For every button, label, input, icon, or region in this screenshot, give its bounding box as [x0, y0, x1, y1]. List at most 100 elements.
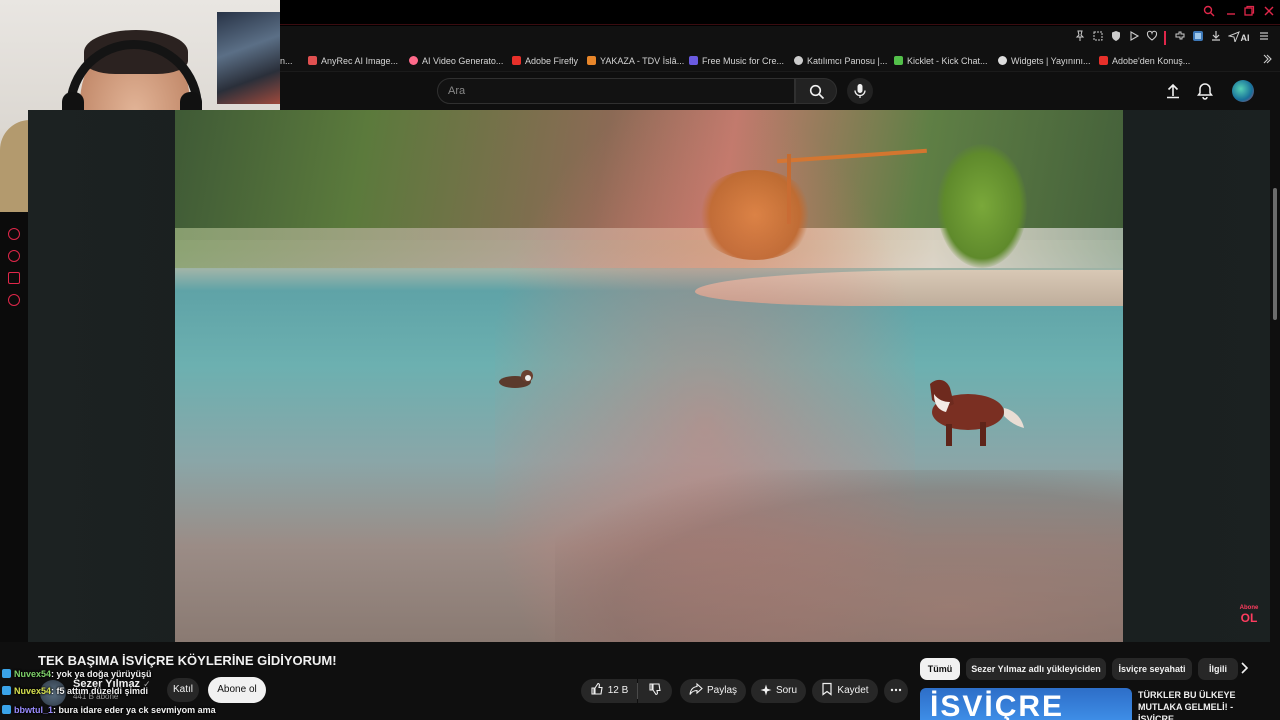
bookmark-item[interactable]: Widgets | Yayınını... [998, 54, 1091, 68]
bookmarks-bar: n... AnyRec AI Image... AI Video Generat… [280, 50, 1280, 72]
bookmark-item[interactable]: Adobe Firefly [512, 54, 578, 68]
search-box [437, 78, 795, 104]
close-icon[interactable] [1262, 5, 1276, 19]
save-button[interactable]: Kaydet [812, 679, 878, 703]
recommended-video-title[interactable]: TÜRKLER BU ÜLKEYE MUTLAKA GELMELİ! - İSV… [1138, 689, 1266, 720]
screenshot-icon[interactable] [1090, 30, 1106, 46]
bookmark-favicon [894, 56, 903, 65]
page-scrollbar[interactable] [1270, 110, 1280, 720]
like-button[interactable]: 12 B [581, 679, 637, 703]
minimize-icon[interactable] [1224, 5, 1238, 19]
border-collie-dog [930, 379, 1024, 446]
bookmark-item[interactable]: Free Music for Cre... [689, 54, 784, 68]
left-sidebar-strip [0, 212, 28, 642]
shortcut-icon[interactable] [8, 272, 20, 284]
chat-text: : f5 attım düzeldi şimdi [51, 686, 149, 696]
app-root: AI n... AnyRec AI Image... AI Video Gene… [0, 0, 1280, 720]
swimming-dog [499, 370, 533, 388]
settings-gear-icon[interactable] [8, 294, 20, 306]
ask-label: Soru [775, 685, 798, 696]
titlebar-accent-line [280, 24, 1280, 25]
thumbs-down-icon [649, 683, 661, 696]
upload-icon [1167, 83, 1179, 99]
video-player[interactable] [175, 110, 1123, 642]
bookmark-item[interactable]: Adobe'den Konuş... [1099, 54, 1190, 68]
chat-username: Nuvex54 [14, 686, 52, 696]
bookmark-favicon [998, 56, 1007, 65]
shallow-rocks [555, 470, 1123, 642]
browser-toolbar: AI [280, 26, 1280, 50]
chat-username: Nuvex54 [14, 669, 52, 679]
history-icon[interactable] [8, 250, 20, 262]
green-tree [937, 144, 1027, 268]
heart-icon[interactable] [1144, 30, 1160, 46]
bookmark-label: YAKAZA - TDV İslâ... [600, 56, 685, 66]
bookmark-item[interactable]: Kicklet - Kick Chat... [894, 54, 988, 68]
chip-related[interactable]: İlgili [1198, 658, 1238, 680]
share-label: Paylaş [706, 685, 737, 696]
search-tab-icon[interactable] [1202, 5, 1216, 19]
bookmark-favicon [587, 56, 596, 65]
bookmark-item[interactable]: n... [280, 54, 293, 68]
chat-text: : yok ya doğa yürüyüşü [51, 669, 152, 679]
bookmark-item[interactable]: Katılımcı Panosu |... [794, 54, 887, 68]
subscribe-button[interactable]: Abone ol [208, 677, 266, 703]
play-icon[interactable] [1126, 30, 1142, 46]
search-input[interactable] [438, 79, 794, 103]
chip-switzerland-travel[interactable]: İsviçre seyahati [1112, 658, 1192, 680]
upload-button[interactable] [1163, 81, 1183, 101]
ai-label[interactable]: AI [1238, 30, 1252, 46]
recommended-video-thumbnail[interactable]: İSVİÇRE [920, 688, 1132, 720]
like-count: 12 B [607, 685, 629, 696]
bookmark-favicon [794, 56, 803, 65]
chip-uploader[interactable]: Sezer Yılmaz adlı yükleyiciden [966, 658, 1106, 680]
account-avatar[interactable] [1232, 80, 1254, 102]
menu-icon[interactable] [1256, 30, 1272, 46]
youtube-header [280, 72, 1280, 110]
chat-text: : bura idare eder ya ck sevmiyom ama [53, 705, 216, 715]
join-button[interactable]: Katıl [167, 678, 199, 702]
bookmark-label: Kicklet - Kick Chat... [907, 56, 988, 66]
chevron-right-icon[interactable] [1236, 662, 1252, 678]
shield-icon[interactable] [1108, 30, 1124, 46]
wall-poster [217, 12, 281, 104]
share-button[interactable]: Paylaş [680, 679, 746, 703]
bookmark-item[interactable]: AI Video Generato... [409, 54, 503, 68]
extensions-icon[interactable] [1172, 30, 1188, 46]
subscribe-overlay-badge[interactable]: Abone OL [1238, 604, 1260, 626]
record-icon[interactable] [8, 228, 20, 240]
download-icon[interactable] [1208, 30, 1224, 46]
save-label: Kaydet [837, 685, 869, 696]
voice-search-button[interactable] [847, 78, 873, 104]
bell-icon [1197, 83, 1213, 100]
bookmark-label: AnyRec AI Image... [321, 56, 399, 66]
search-button[interactable] [795, 78, 837, 104]
bookmark-label: AI Video Generato... [422, 56, 504, 66]
pin-icon[interactable] [1072, 30, 1088, 46]
extension-app-icon[interactable] [1190, 30, 1206, 46]
chat-badge-icon [2, 669, 11, 678]
chip-all[interactable]: Tümü [920, 658, 960, 680]
ask-button[interactable]: Soru [751, 679, 806, 703]
chevron-right-icon[interactable] [1262, 54, 1272, 68]
bookmark-item[interactable]: AnyRec AI Image... [308, 54, 398, 68]
bookmark-item[interactable]: YAKAZA - TDV İslâ... [587, 54, 684, 68]
bookmark-favicon [1099, 56, 1108, 65]
restore-icon[interactable] [1242, 5, 1256, 19]
dislike-button[interactable] [638, 679, 672, 703]
bookmark-favicon [409, 56, 418, 65]
video-title: TEK BAŞIMA İSVİÇRE KÖYLERİNE GİDİYORUM! [38, 653, 337, 668]
thumbnail-text: İSVİÇRE [930, 690, 1065, 720]
bookmark-favicon [689, 56, 698, 65]
more-actions-button[interactable] [884, 679, 908, 703]
sparkle-icon [760, 684, 772, 696]
notifications-button[interactable] [1195, 81, 1215, 101]
recommendation-chips: Tümü Sezer Yılmaz adlı yükleyiciden İsvi… [920, 658, 1270, 682]
bookmark-label: n... [280, 56, 293, 66]
overlay-bottom-text: OL [1240, 611, 1258, 625]
more-horizontal-icon [890, 688, 902, 692]
scrollbar-thumb[interactable] [1273, 188, 1277, 320]
chat-badge-icon [2, 705, 11, 714]
share-icon [689, 682, 703, 695]
bookmark-label: Widgets | Yayınını... [1011, 56, 1091, 66]
